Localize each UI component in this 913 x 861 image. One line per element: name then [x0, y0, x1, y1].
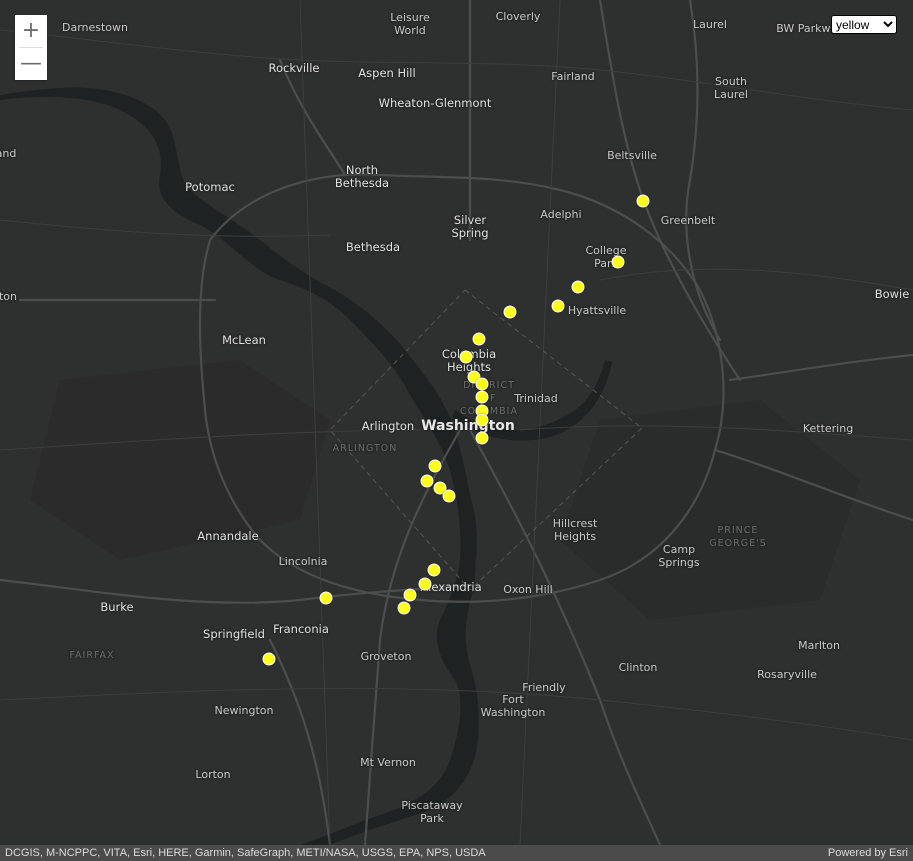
place-label: Arlington	[361, 418, 415, 433]
map-marker-mt-vernon-sq-1[interactable]	[475, 390, 489, 404]
map-marker-braddock-2[interactable]	[418, 577, 432, 591]
map-view[interactable]: Darnestown Leisure World Cloverly Laurel BW …	[0, 0, 913, 861]
attribution-text: DCGIS, M-NCPPC, VITA, Esri, HERE, Garmin…	[5, 847, 486, 859]
map-marker-franconia-springfield[interactable]	[262, 652, 276, 666]
place-label: Mt Vernon	[360, 755, 416, 769]
place-label: Trinidad	[514, 391, 558, 405]
attribution-bar: DCGIS, M-NCPPC, VITA, Esri, HERE, Garmin…	[0, 845, 913, 861]
place-label: Springfield	[203, 626, 265, 641]
map-marker-fort-totten[interactable]	[503, 305, 517, 319]
place-label: Friendly	[522, 680, 566, 694]
map-marker-shaw-2[interactable]	[475, 377, 489, 391]
place-label: Fairland	[551, 69, 595, 83]
map-marker-columbia-heights[interactable]	[459, 350, 473, 364]
color-select[interactable]: yellow	[831, 15, 897, 34]
place-label: Clinton	[618, 660, 658, 674]
map-marker-airport[interactable]	[442, 489, 456, 503]
map-marker-eisenhower[interactable]	[397, 601, 411, 615]
place-label: Washington	[421, 417, 515, 434]
place-label: and	[0, 146, 17, 160]
zoom-controls: + —	[15, 15, 47, 80]
place-label: Hyattsville	[567, 303, 627, 317]
map-marker-van-dorn[interactable]	[319, 591, 333, 605]
place-label: Fort Washington	[480, 693, 546, 719]
place-label: Wheaton-Glenmont	[378, 95, 492, 110]
place-label: ton	[0, 289, 18, 303]
place-label: Rosaryville	[757, 667, 817, 681]
place-label: PRINCE GEORGE'S	[709, 525, 767, 549]
map-marker-georgia-ave[interactable]	[472, 332, 486, 346]
place-label: FAIRFAX	[69, 649, 115, 661]
place-label: Bethesda	[345, 239, 401, 254]
zoom-out-button[interactable]: —	[15, 48, 47, 80]
place-label: Bowie	[874, 286, 910, 301]
place-label: Piscataway Park	[401, 799, 463, 825]
place-label: Franconia	[273, 621, 329, 636]
place-label: Leisure World	[390, 11, 430, 37]
place-label: Kettering	[802, 421, 854, 435]
place-label: Newington	[214, 703, 274, 717]
place-label: McLean	[222, 332, 266, 347]
place-label: Annandale	[197, 528, 259, 543]
map-marker-college-park[interactable]	[611, 255, 625, 269]
map-marker-judiciary[interactable]	[475, 431, 489, 445]
map-marker-crystal-city-1[interactable]	[420, 474, 434, 488]
map-marker-hyattsville[interactable]	[551, 299, 565, 313]
place-label: North Bethesda	[334, 163, 390, 190]
place-label: Adelphi	[540, 207, 582, 221]
place-label: Burke	[100, 599, 134, 614]
place-label: Lincolnia	[278, 554, 328, 568]
place-label: Oxon Hill	[503, 582, 553, 596]
map-marker-gallery-place[interactable]	[475, 413, 489, 427]
powered-by-esri-link[interactable]: Powered by Esri	[828, 845, 908, 861]
map-marker-greenbelt[interactable]	[636, 194, 650, 208]
map-marker-braddock-1[interactable]	[427, 563, 441, 577]
place-label: Marlton	[798, 638, 840, 652]
place-label: Laurel	[693, 17, 727, 31]
place-label: Silver Spring	[451, 213, 489, 240]
place-label: DISTRICT OF COLUMBIA	[460, 379, 518, 417]
map-marker-king-st[interactable]	[403, 588, 417, 602]
place-label: Aspen Hill	[358, 65, 416, 80]
place-label: Rockville	[268, 60, 320, 75]
place-label: Potomac	[185, 179, 235, 194]
place-label: Camp Springs	[658, 543, 700, 569]
map-marker-riverdale[interactable]	[571, 280, 585, 294]
place-label: Groveton	[360, 649, 412, 663]
zoom-in-button[interactable]: +	[15, 15, 47, 47]
place-label: ARLINGTON	[332, 442, 398, 454]
place-label: Hillcrest Heights	[552, 517, 598, 543]
place-label: Lorton	[195, 767, 231, 781]
place-label: Greenbelt	[660, 213, 716, 227]
place-label: Cloverly	[495, 9, 541, 23]
map-marker-pentagon-city[interactable]	[428, 459, 442, 473]
place-label: South Laurel	[714, 75, 748, 101]
place-label: Beltsville	[607, 148, 657, 162]
place-label: Darnestown	[61, 20, 129, 34]
